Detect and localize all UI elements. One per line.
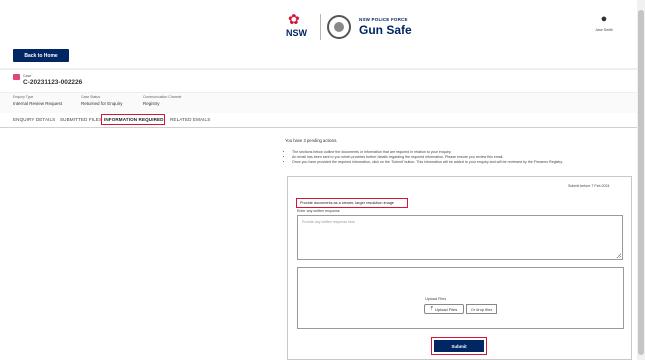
meta-key: Enquiry Type: [13, 95, 34, 99]
instructions-list: The sections below outline the documents…: [285, 150, 637, 165]
brand-text: NSW POLICE FORCE Gun Safe: [359, 17, 412, 37]
response-textarea[interactable]: Provide any written response here: [297, 215, 623, 260]
list-item: Once you have provided the required info…: [292, 160, 637, 165]
waratah-icon: ✿: [288, 11, 300, 27]
meta-value: Registry: [143, 101, 160, 106]
logo-divider: [320, 14, 321, 40]
submit-button[interactable]: Submit: [434, 340, 484, 352]
meta-key: Case Status: [81, 95, 101, 99]
meta-value: Internal Review Request: [13, 101, 63, 106]
upload-files-button[interactable]: ⤒ Upload Files: [424, 304, 464, 314]
submit-before-date: Submit before 7 Feb 2024: [568, 184, 610, 188]
case-icon: [13, 74, 20, 80]
user-name: Jane Smith: [595, 28, 613, 32]
drop-files-text: Or drop files: [466, 304, 497, 314]
back-to-home-button[interactable]: Back to Home: [13, 49, 69, 62]
user-menu[interactable]: ● Jane Smith: [589, 13, 619, 33]
brand-logo[interactable]: ✿ NSW NSW POLICE FORCE Gun Safe: [286, 12, 412, 42]
upload-files-label: Upload Files: [425, 297, 447, 301]
meta-enquiry-type: Enquiry Type Internal Review Request: [13, 95, 62, 106]
file-drop-zone[interactable]: [297, 267, 624, 329]
meta-value: Returned for Enquiry: [81, 101, 123, 106]
meta-case-status: Case Status Returned for Enquiry: [81, 95, 123, 106]
nsw-government-logo: ✿ NSW: [286, 12, 316, 42]
app-name: Gun Safe: [359, 23, 412, 37]
tab-submitted-files[interactable]: SUBMITTED FILES: [60, 117, 102, 122]
upload-icon: ⤒: [430, 305, 433, 312]
case-label: Case: [23, 74, 32, 78]
scrollbar-thumb[interactable]: [638, 10, 644, 355]
case-header: [0, 70, 637, 92]
upload-button-label: Upload Files: [434, 306, 458, 312]
tab-related-emails[interactable]: RELATED EMAILS: [170, 117, 210, 122]
nsw-logo-text: NSW: [286, 28, 307, 38]
case-number: C-20231123-002226: [23, 79, 83, 86]
agency-name: NSW POLICE FORCE: [359, 17, 408, 22]
police-badge-icon: [327, 15, 351, 39]
meta-key: Communication Channel: [143, 95, 182, 99]
user-icon: ●: [600, 13, 608, 25]
requirement-note: Provide documents as a clearer, larger r…: [296, 198, 408, 208]
tab-enquiry-details[interactable]: ENQUIRY DETAILS: [13, 117, 55, 122]
meta-communication-channel: Communication Channel Registry: [143, 95, 181, 106]
tab-information-required[interactable]: INFORMATION REQUIRED: [104, 117, 164, 122]
response-placeholder: Provide any written response here: [302, 220, 356, 224]
resize-handle-icon[interactable]: [616, 253, 621, 258]
response-label: Enter any written response: [297, 209, 340, 213]
pending-actions-text: You have 3 pending actions.: [285, 138, 338, 143]
